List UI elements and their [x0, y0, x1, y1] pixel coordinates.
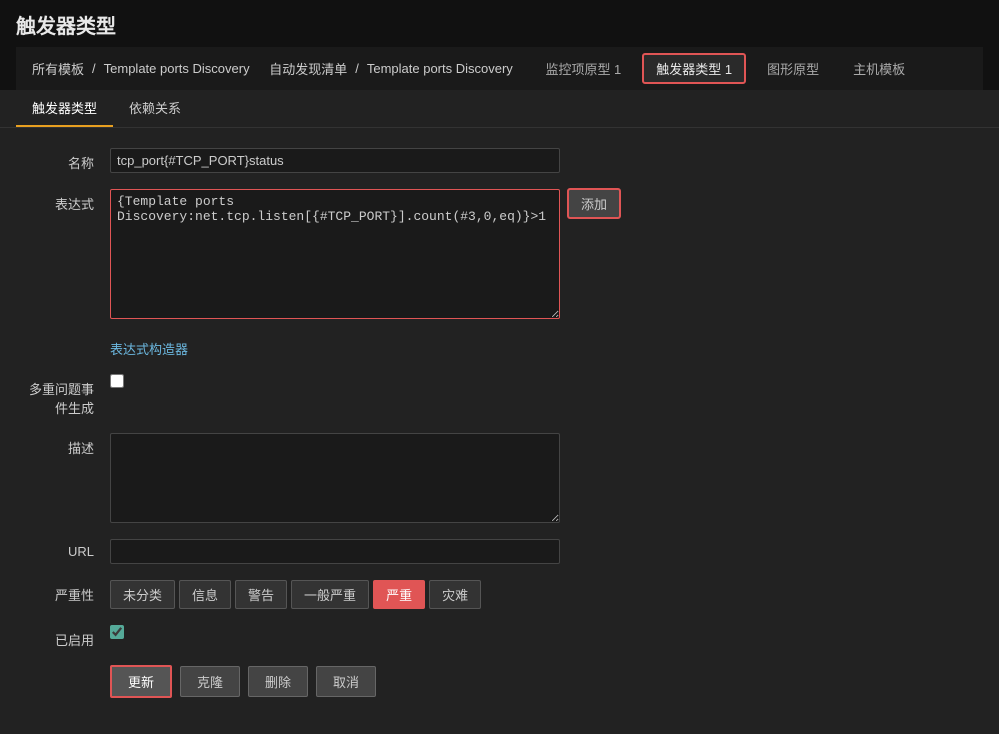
nav-tab-trigger-type[interactable]: 触发器类型 1 — [642, 53, 746, 84]
action-btns-wrap: 更新 克隆 删除 取消 — [110, 665, 959, 698]
expr-builder-link[interactable]: 表达式构造器 — [110, 339, 188, 358]
sev-btn-unclassified[interactable]: 未分类 — [110, 580, 175, 609]
severity-wrap: 未分类 信息 警告 一般严重 严重 灾难 — [110, 580, 959, 609]
nav-tab-graph-proto[interactable]: 图形原型 — [754, 54, 832, 83]
name-input[interactable] — [110, 148, 560, 173]
url-wrap — [110, 539, 959, 564]
expr-builder-wrap: 表达式构造器 — [110, 335, 959, 358]
delete-button[interactable]: 删除 — [248, 666, 308, 697]
breadcrumb-tpd1[interactable]: Template ports Discovery — [104, 61, 250, 76]
desc-row: 描述 — [20, 433, 959, 523]
desc-label: 描述 — [20, 433, 110, 457]
update-button[interactable]: 更新 — [110, 665, 172, 698]
action-btn-row: 更新 克隆 删除 取消 — [20, 665, 959, 698]
desc-textarea[interactable] — [110, 433, 560, 523]
name-row: 名称 — [20, 148, 959, 173]
main-content: 名称 表达式 添加 表达式构造器 多重问题事件生成 描述 URL — [0, 128, 999, 734]
nav-tab-monitor-item[interactable]: 监控项原型 1 — [532, 54, 634, 83]
severity-label: 严重性 — [20, 580, 110, 604]
sub-tab-dependencies[interactable]: 依赖关系 — [113, 90, 197, 127]
url-input[interactable] — [110, 539, 560, 564]
sev-btn-high[interactable]: 严重 — [373, 580, 425, 609]
name-control-wrap — [110, 148, 959, 173]
expr-textarea[interactable] — [110, 189, 560, 319]
multi-gen-row: 多重问题事件生成 — [20, 374, 959, 417]
sep2a — [258, 61, 262, 76]
expr-label: 表达式 — [20, 189, 110, 213]
sev-btn-disaster[interactable]: 灾难 — [429, 580, 481, 609]
sev-btn-average[interactable]: 一般严重 — [291, 580, 369, 609]
expr-builder-label-spacer — [20, 335, 110, 340]
multi-gen-wrap — [110, 374, 959, 388]
expr-builder-row: 表达式构造器 — [20, 335, 959, 358]
sub-tab-row: 触发器类型 依赖关系 — [0, 90, 999, 128]
cancel-button[interactable]: 取消 — [316, 666, 376, 697]
enabled-checkbox[interactable] — [110, 625, 124, 639]
clone-button[interactable]: 克隆 — [180, 666, 240, 697]
sev-btn-warning[interactable]: 警告 — [235, 580, 287, 609]
expr-control-wrap: 添加 — [110, 189, 959, 319]
sev-btn-info[interactable]: 信息 — [179, 580, 231, 609]
action-spacer — [20, 665, 110, 670]
sep1: / — [92, 61, 96, 76]
severity-row: 严重性 未分类 信息 警告 一般严重 严重 灾难 — [20, 580, 959, 609]
breadcrumb-all-templates[interactable]: 所有模板 — [32, 59, 84, 78]
enabled-row: 已启用 — [20, 625, 959, 649]
sub-tab-trigger-type[interactable]: 触发器类型 — [16, 90, 113, 127]
desc-wrap — [110, 433, 959, 523]
sep2b: / — [355, 61, 359, 76]
add-button[interactable]: 添加 — [568, 189, 620, 218]
url-row: URL — [20, 539, 959, 564]
breadcrumb-tpd2[interactable]: Template ports Discovery — [367, 61, 513, 76]
expr-row: 表达式 添加 — [20, 189, 959, 319]
nav-main-row: 所有模板 / Template ports Discovery 自动发现清单 /… — [16, 47, 983, 90]
breadcrumb-autodisc[interactable]: 自动发现清单 — [269, 59, 347, 78]
name-label: 名称 — [20, 148, 110, 172]
multi-gen-label: 多重问题事件生成 — [20, 374, 110, 417]
nav-tab-host-tmpl[interactable]: 主机模板 — [840, 54, 918, 83]
multi-gen-checkbox[interactable] — [110, 374, 124, 388]
url-label: URL — [20, 539, 110, 559]
sep3 — [521, 61, 525, 76]
page-title: 触发器类型 — [16, 10, 983, 39]
enabled-wrap — [110, 625, 959, 639]
enabled-label: 已启用 — [20, 625, 110, 649]
